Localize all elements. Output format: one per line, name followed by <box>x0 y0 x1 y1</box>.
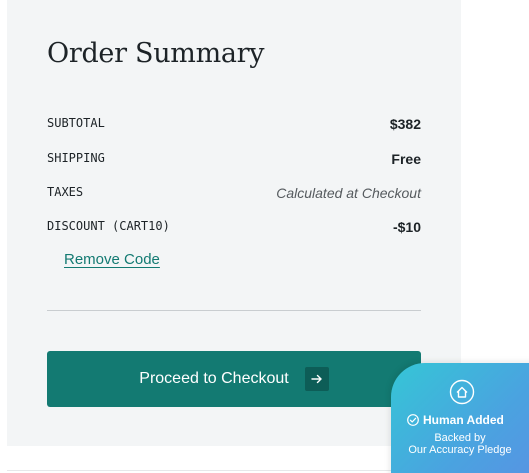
remove-code-link[interactable]: Remove Code <box>64 251 160 268</box>
discount-row: DISCOUNT (CART10) -$10 <box>47 219 421 239</box>
human-added-label: Human Added <box>407 413 504 427</box>
accuracy-pledge-text: Backed by Our Accuracy Pledge <box>391 432 529 456</box>
discount-value: -$10 <box>392 219 421 235</box>
accuracy-pledge-badge[interactable]: Human Added Backed by Our Accuracy Pledg… <box>391 363 529 473</box>
subtotal-row: SUBTOTAL $382 <box>47 116 421 136</box>
subtotal-value: $382 <box>389 116 421 132</box>
pledge-text: Our Accuracy Pledge <box>408 444 512 456</box>
order-summary-title: Order Summary <box>47 38 265 69</box>
page: Order Summary SUBTOTAL $382 SHIPPING Fre… <box>0 0 529 473</box>
check-circle-icon <box>407 414 419 426</box>
human-added-text: Human Added <box>423 413 504 427</box>
taxes-value: Calculated at Checkout <box>276 185 421 201</box>
backed-by-text: Backed by <box>434 432 486 444</box>
shipping-label: SHIPPING <box>47 151 105 165</box>
arrow-right-icon <box>304 367 329 391</box>
discount-label: DISCOUNT (CART10) <box>47 219 170 233</box>
taxes-label: TAXES <box>47 185 84 199</box>
order-summary-panel: Order Summary SUBTOTAL $382 SHIPPING Fre… <box>7 0 461 446</box>
proceed-to-checkout-button[interactable]: Proceed to Checkout <box>47 351 421 407</box>
checkout-button-label: Proceed to Checkout <box>139 370 289 387</box>
house-icon <box>449 379 475 405</box>
divider <box>47 310 421 311</box>
shipping-row: SHIPPING Free <box>47 151 421 171</box>
shipping-value: Free <box>391 151 421 167</box>
taxes-row: TAXES Calculated at Checkout <box>47 185 421 205</box>
subtotal-label: SUBTOTAL <box>47 116 105 130</box>
